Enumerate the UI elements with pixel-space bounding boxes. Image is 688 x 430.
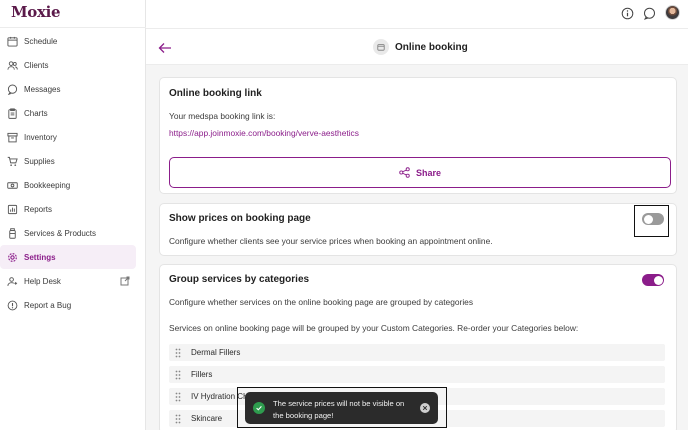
page-title-group: Online booking — [373, 39, 468, 55]
check-circle-icon — [253, 402, 265, 414]
cart-icon — [6, 155, 18, 167]
sidebar-item-label: Help Desk — [24, 276, 61, 286]
toast-message: The service prices will not be visible o… — [273, 399, 405, 420]
drag-handle-icon[interactable] — [175, 414, 187, 424]
help-user-icon — [6, 275, 18, 287]
sidebar-item-label: Settings — [24, 252, 56, 262]
category-label: Fillers — [191, 370, 213, 379]
page-header: Online booking — [146, 30, 688, 65]
chat-icon — [6, 83, 18, 95]
toggle-knob — [653, 275, 663, 285]
external-link-icon — [120, 276, 130, 286]
sidebar-item-supplies[interactable]: Supplies — [0, 149, 136, 173]
bottle-icon — [6, 227, 18, 239]
category-row[interactable]: Fillers — [169, 366, 665, 383]
calendar-icon — [6, 35, 18, 47]
calendar-icon — [373, 39, 389, 55]
app-logo[interactable]: Moxie — [11, 3, 61, 21]
sidebar-item-schedule[interactable]: Schedule — [0, 29, 136, 53]
toast-notification: The service prices will not be visible o… — [245, 392, 438, 424]
clipboard-icon — [6, 107, 18, 119]
alert-circle-icon — [6, 299, 18, 311]
archive-icon — [6, 131, 18, 143]
drag-handle-icon[interactable] — [175, 392, 187, 402]
share-icon — [399, 167, 410, 178]
category-label: Skincare — [191, 414, 223, 423]
booking-link-card: Online booking link Your medspa booking … — [159, 77, 677, 194]
sidebar-item-settings[interactable]: Settings — [0, 245, 136, 269]
sidebar-item-label: Charts — [24, 108, 48, 118]
category-label: Dermal Fillers — [191, 348, 241, 357]
sidebar-item-label: Supplies — [24, 156, 55, 166]
sidebar-item-bookkeeping[interactable]: Bookkeeping — [0, 173, 136, 197]
booking-url-link[interactable]: https://app.joinmoxie.com/booking/verve-… — [169, 128, 359, 138]
chat-bubble-icon[interactable] — [643, 7, 656, 20]
sidebar-item-label: Services & Products — [24, 228, 97, 238]
top-bar — [146, 0, 688, 29]
avatar[interactable] — [665, 5, 680, 20]
group-services-note: Services on online booking page will be … — [169, 323, 579, 333]
users-icon — [6, 59, 18, 71]
sidebar-item-label: Inventory — [24, 132, 57, 142]
group-services-description: Configure whether services on the online… — [169, 297, 474, 307]
sidebar-item-services-products[interactable]: Services & Products — [0, 221, 136, 245]
group-services-toggle[interactable] — [642, 274, 664, 286]
report-icon — [6, 203, 18, 215]
main-content: Online booking Online booking link Your … — [146, 30, 688, 430]
sidebar-item-label: Clients — [24, 60, 49, 70]
sidebar-item-label: Messages — [24, 84, 61, 94]
sidebar-nav: Schedule Clients Messages Charts Invento… — [0, 29, 146, 317]
sidebar-item-clients[interactable]: Clients — [0, 53, 136, 77]
sidebar-item-messages[interactable]: Messages — [0, 77, 136, 101]
card-title: Show prices on booking page — [169, 213, 311, 224]
category-row[interactable]: Dermal Fillers — [169, 344, 665, 361]
booking-link-intro: Your medspa booking link is: — [169, 111, 276, 121]
cash-icon — [6, 179, 18, 191]
sidebar-item-label: Schedule — [24, 36, 58, 46]
sidebar-item-label: Bookkeeping — [24, 180, 71, 190]
sidebar-item-help-desk[interactable]: Help Desk — [0, 269, 136, 293]
logo-area: Moxie — [0, 0, 146, 28]
card-title: Online booking link — [169, 88, 262, 99]
sidebar-item-label: Reports — [24, 204, 53, 214]
sidebar: Moxie Schedule Clients Messages Charts I… — [0, 0, 146, 430]
show-prices-description: Configure whether clients see your servi… — [169, 236, 493, 246]
drag-handle-icon[interactable] — [175, 370, 187, 380]
arrow-left-icon[interactable] — [158, 41, 172, 53]
share-label: Share — [415, 167, 441, 178]
sidebar-item-inventory[interactable]: Inventory — [0, 125, 136, 149]
card-title: Group services by categories — [169, 274, 310, 285]
close-icon[interactable] — [420, 403, 430, 413]
sidebar-item-charts[interactable]: Charts — [0, 101, 136, 125]
show-prices-card: Show prices on booking page Configure wh… — [159, 203, 677, 256]
share-button[interactable]: Share — [169, 157, 671, 188]
sidebar-item-reports[interactable]: Reports — [0, 197, 136, 221]
page-title: Online booking — [395, 41, 468, 53]
focus-highlight — [634, 205, 669, 237]
drag-handle-icon[interactable] — [175, 348, 187, 358]
gear-icon — [6, 251, 18, 263]
info-icon[interactable] — [621, 7, 634, 20]
sidebar-item-report-bug[interactable]: Report a Bug — [0, 293, 136, 317]
sidebar-item-label: Report a Bug — [24, 300, 72, 310]
